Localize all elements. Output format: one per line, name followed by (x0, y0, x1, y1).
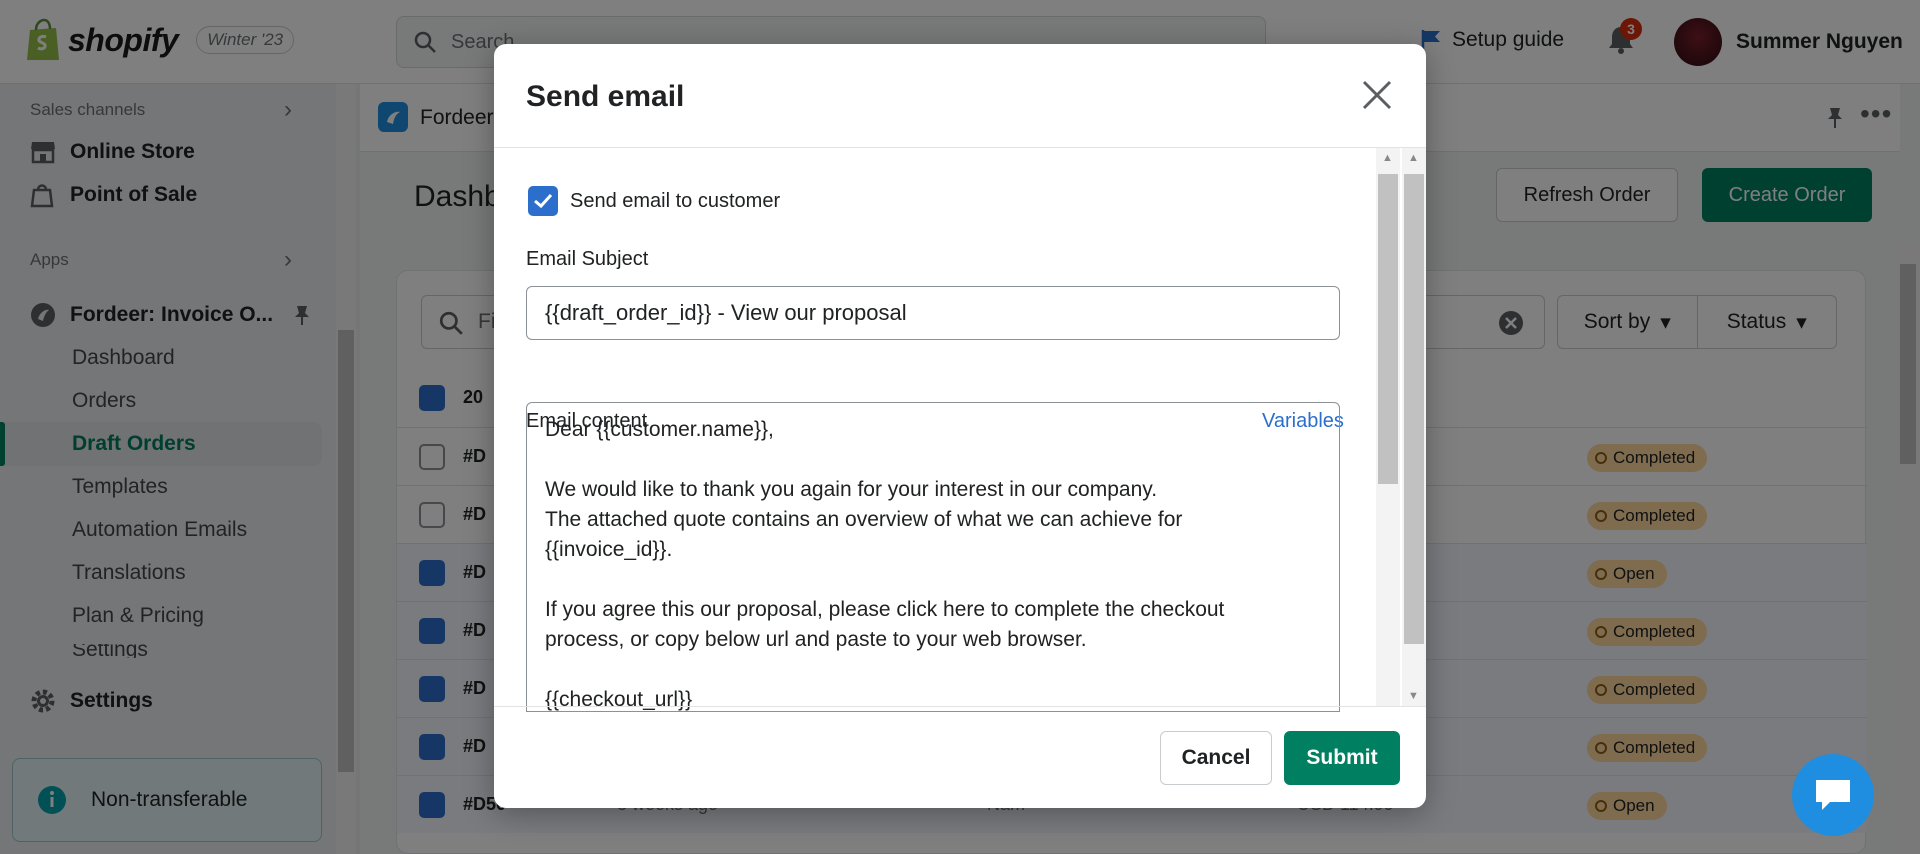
page-scrollbar-thumb[interactable] (1404, 174, 1424, 644)
modal-title: Send email (526, 80, 685, 113)
content-line (545, 655, 1321, 685)
email-subject-label: Email Subject (526, 248, 649, 270)
send-email-modal: Send email Send email to customer Email … (494, 44, 1426, 808)
content-line: The attached quote contains an overview … (545, 508, 1183, 531)
close-icon[interactable] (1360, 78, 1394, 112)
content-line: We would like to thank you again for you… (545, 478, 1158, 501)
content-line: If you agree this our proposal, please c… (545, 598, 1225, 621)
chat-icon (1816, 780, 1850, 810)
content-line: {{invoice_id}}. (545, 538, 673, 561)
content-line: Dear {{customer.name}}, (545, 418, 774, 441)
chat-button[interactable] (1792, 754, 1874, 836)
modal-footer: Cancel Submit (494, 706, 1426, 808)
scroll-up-arrow-icon[interactable]: ▲ (1382, 152, 1393, 164)
send-to-customer-checkbox[interactable] (528, 186, 558, 216)
send-to-customer-label[interactable]: Send email to customer (570, 190, 780, 213)
checkmark-icon (534, 193, 553, 209)
modal-header: Send email (494, 44, 1426, 148)
content-line (545, 445, 1321, 475)
email-content-textarea[interactable]: Dear {{customer.name}}, We would like to… (526, 402, 1340, 712)
scroll-up-arrow-icon[interactable]: ▲ (1408, 152, 1419, 164)
modal-body: Send email to customer Email Subject Ema… (494, 148, 1426, 712)
submit-button[interactable]: Submit (1284, 731, 1400, 785)
content-line (545, 565, 1321, 595)
email-subject-input[interactable] (526, 286, 1340, 340)
cancel-button[interactable]: Cancel (1160, 731, 1272, 785)
content-line: process, or copy below url and paste to … (545, 628, 1087, 651)
modal-body-scrollbar-thumb[interactable] (1378, 174, 1398, 484)
scroll-down-arrow-icon[interactable]: ▼ (1408, 690, 1419, 702)
